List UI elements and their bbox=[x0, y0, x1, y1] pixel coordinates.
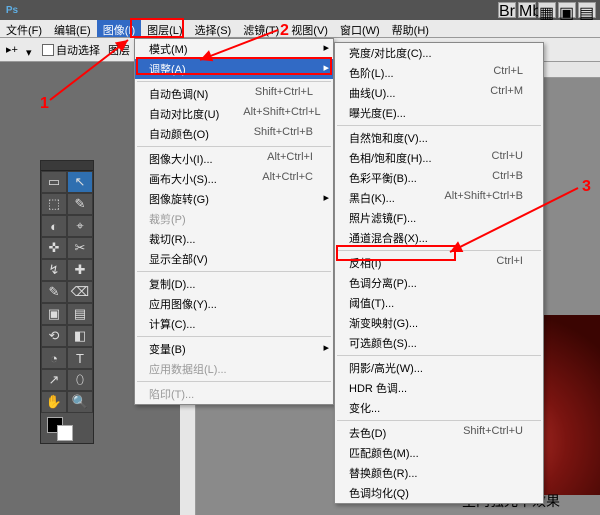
menu2-item-20[interactable]: 变化... bbox=[335, 398, 543, 418]
tool-15[interactable]: ◧ bbox=[67, 325, 93, 347]
menu1-item-9[interactable]: 图像旋转(G)▸ bbox=[135, 189, 333, 209]
topicon-4[interactable]: ▤ bbox=[578, 2, 596, 18]
menu2-item-10[interactable]: 通道混合器(X)... bbox=[335, 228, 543, 248]
tools-grid: ▭↖⬚✎◐⌖✜✂↯✚✎⌫▣▤⟲◧◔T↗⬯✋🔍 bbox=[41, 171, 93, 413]
menu-select[interactable]: 选择(S) bbox=[189, 20, 238, 37]
menu2-item-6[interactable]: 色相/饱和度(H)...Ctrl+U bbox=[335, 148, 543, 168]
topicon-0[interactable]: Br bbox=[498, 2, 516, 18]
tool-17[interactable]: T bbox=[67, 347, 93, 369]
menu1-item-7[interactable]: 图像大小(I)...Alt+Ctrl+I bbox=[135, 149, 333, 169]
menu1-item-1[interactable]: 调整(A)▸ bbox=[135, 59, 333, 79]
menu-filter[interactable]: 滤镜(T) bbox=[237, 20, 285, 37]
menu1-item-12[interactable]: 显示全部(V) bbox=[135, 249, 333, 269]
menu-image[interactable]: 图像(I) bbox=[97, 20, 141, 37]
tool-10[interactable]: ✎ bbox=[41, 281, 67, 303]
tool-0[interactable]: ▭ bbox=[41, 171, 67, 193]
menu2-item-8[interactable]: 黑白(K)...Alt+Shift+Ctrl+B bbox=[335, 188, 543, 208]
menu-layer[interactable]: 图层(L) bbox=[141, 20, 188, 37]
tool-6[interactable]: ✜ bbox=[41, 237, 67, 259]
tool-12[interactable]: ▣ bbox=[41, 303, 67, 325]
menu2-item-7[interactable]: 色彩平衡(B)...Ctrl+B bbox=[335, 168, 543, 188]
move-tool-icon: ▸+ bbox=[6, 43, 18, 56]
tool-8[interactable]: ↯ bbox=[41, 259, 67, 281]
menu2-item-19[interactable]: HDR 色调... bbox=[335, 378, 543, 398]
tool-2[interactable]: ⬚ bbox=[41, 193, 67, 215]
menu1-item-3[interactable]: 自动色调(N)Shift+Ctrl+L bbox=[135, 84, 333, 104]
menu2-item-2[interactable]: 曲线(U)...Ctrl+M bbox=[335, 83, 543, 103]
menu2-item-5[interactable]: 自然饱和度(V)... bbox=[335, 128, 543, 148]
chevron-right-icon: ▸ bbox=[323, 191, 329, 204]
menu-edit[interactable]: 编辑(E) bbox=[48, 20, 97, 37]
annotation-num-2: 2 bbox=[280, 22, 289, 40]
menu1-item-10: 裁剪(P) bbox=[135, 209, 333, 229]
menubar: 文件(F) 编辑(E) 图像(I) 图层(L) 选择(S) 滤镜(T) 视图(V… bbox=[0, 20, 600, 38]
menu1-item-0[interactable]: 模式(M)▸ bbox=[135, 39, 333, 59]
tool-21[interactable]: 🔍 bbox=[67, 391, 93, 413]
tool-5[interactable]: ⌖ bbox=[67, 215, 93, 237]
menu-file[interactable]: 文件(F) bbox=[0, 20, 48, 37]
menu1-item-18[interactable]: 变量(B)▸ bbox=[135, 339, 333, 359]
menu1-item-19: 应用数据组(L)... bbox=[135, 359, 333, 379]
chevron-down-icon[interactable]: ▾ bbox=[26, 46, 34, 54]
chevron-right-icon: ▸ bbox=[323, 61, 329, 74]
adjustments-submenu: 亮度/对比度(C)...色阶(L)...Ctrl+L曲线(U)...Ctrl+M… bbox=[334, 42, 544, 504]
tool-1[interactable]: ↖ bbox=[67, 171, 93, 193]
menu-view[interactable]: 视图(V) bbox=[285, 20, 334, 37]
menu-window[interactable]: 窗口(W) bbox=[334, 20, 386, 37]
color-swatches bbox=[41, 413, 93, 443]
annotation-num-3: 3 bbox=[582, 178, 591, 196]
topicon-3[interactable]: ▣ bbox=[558, 2, 576, 18]
image-menu-dropdown: 模式(M)▸调整(A)▸ 自动色调(N)Shift+Ctrl+L自动对比度(U)A… bbox=[134, 38, 334, 405]
tool-16[interactable]: ◔ bbox=[41, 347, 67, 369]
tools-panel: ▭↖⬚✎◐⌖✜✂↯✚✎⌫▣▤⟲◧◔T↗⬯✋🔍 bbox=[40, 160, 94, 444]
menu2-item-12[interactable]: 反相(I)Ctrl+I bbox=[335, 253, 543, 273]
tools-header[interactable] bbox=[41, 161, 93, 171]
menu-help[interactable]: 帮助(H) bbox=[386, 20, 435, 37]
tool-14[interactable]: ⟲ bbox=[41, 325, 67, 347]
top-right-icons: Br Mb ▦ ▣ ▤ bbox=[498, 2, 596, 18]
chevron-right-icon: ▸ bbox=[323, 341, 329, 354]
menu2-item-14[interactable]: 阈值(T)... bbox=[335, 293, 543, 313]
auto-select-label: 自动选择 bbox=[56, 42, 100, 58]
menu1-item-15[interactable]: 应用图像(Y)... bbox=[135, 294, 333, 314]
menu2-item-0[interactable]: 亮度/对比度(C)... bbox=[335, 43, 543, 63]
tool-20[interactable]: ✋ bbox=[41, 391, 67, 413]
tool-11[interactable]: ⌫ bbox=[67, 281, 93, 303]
menu2-item-23[interactable]: 匹配颜色(M)... bbox=[335, 443, 543, 463]
menu2-item-3[interactable]: 曝光度(E)... bbox=[335, 103, 543, 123]
ps-logo: Ps bbox=[4, 3, 20, 17]
menu2-item-24[interactable]: 替换颜色(R)... bbox=[335, 463, 543, 483]
annotation-num-1: 1 bbox=[40, 95, 49, 113]
auto-select-wrap[interactable]: 自动选择 bbox=[42, 42, 100, 58]
menu1-item-16[interactable]: 计算(C)... bbox=[135, 314, 333, 334]
menu2-item-13[interactable]: 色调分离(P)... bbox=[335, 273, 543, 293]
auto-select-checkbox[interactable] bbox=[42, 44, 54, 56]
menu1-item-14[interactable]: 复制(D)... bbox=[135, 274, 333, 294]
topicon-2[interactable]: ▦ bbox=[538, 2, 556, 18]
menu2-item-22[interactable]: 去色(D)Shift+Ctrl+U bbox=[335, 423, 543, 443]
menu1-item-11[interactable]: 裁切(R)... bbox=[135, 229, 333, 249]
menu2-item-18[interactable]: 阴影/高光(W)... bbox=[335, 358, 543, 378]
menu1-item-8[interactable]: 画布大小(S)...Alt+Ctrl+C bbox=[135, 169, 333, 189]
background-swatch[interactable] bbox=[57, 425, 73, 441]
chevron-right-icon: ▸ bbox=[323, 41, 329, 54]
menu2-item-9[interactable]: 照片滤镜(F)... bbox=[335, 208, 543, 228]
menu2-item-16[interactable]: 可选颜色(S)... bbox=[335, 333, 543, 353]
tool-7[interactable]: ✂ bbox=[67, 237, 93, 259]
menu2-item-15[interactable]: 渐变映射(G)... bbox=[335, 313, 543, 333]
topicon-1[interactable]: Mb bbox=[518, 2, 536, 18]
menu1-item-5[interactable]: 自动颜色(O)Shift+Ctrl+B bbox=[135, 124, 333, 144]
tool-18[interactable]: ↗ bbox=[41, 369, 67, 391]
tool-9[interactable]: ✚ bbox=[67, 259, 93, 281]
tool-19[interactable]: ⬯ bbox=[67, 369, 93, 391]
app-topbar: Ps Br Mb ▦ ▣ ▤ bbox=[0, 0, 600, 20]
menu1-item-4[interactable]: 自动对比度(U)Alt+Shift+Ctrl+L bbox=[135, 104, 333, 124]
menu1-item-21: 陷印(T)... bbox=[135, 384, 333, 404]
tool-13[interactable]: ▤ bbox=[67, 303, 93, 325]
group-dropdown[interactable]: 图层 bbox=[108, 42, 130, 58]
menu2-item-1[interactable]: 色阶(L)...Ctrl+L bbox=[335, 63, 543, 83]
menu2-item-25[interactable]: 色调均化(Q) bbox=[335, 483, 543, 503]
tool-3[interactable]: ✎ bbox=[67, 193, 93, 215]
tool-4[interactable]: ◐ bbox=[41, 215, 67, 237]
